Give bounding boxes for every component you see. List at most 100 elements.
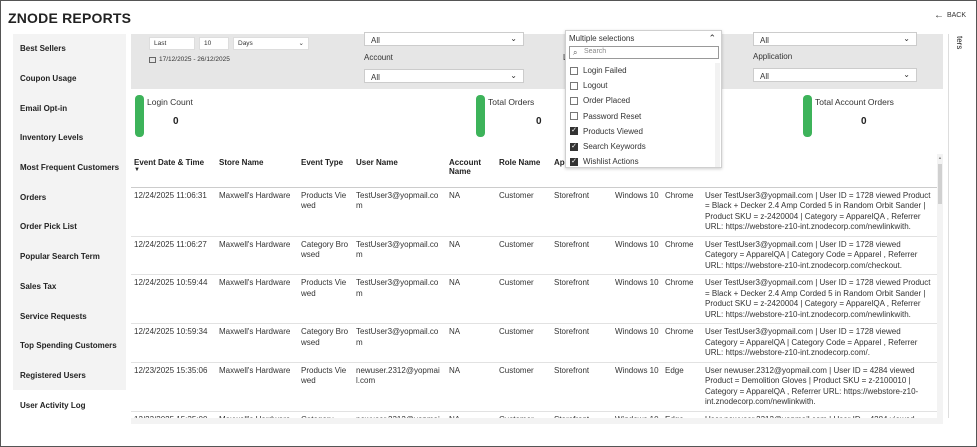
- dropdown-header[interactable]: Multiple selections: [569, 34, 634, 43]
- dropdown-option-label: Wishlist Actions: [583, 157, 639, 167]
- chevron-down-icon: ⌄: [510, 71, 517, 80]
- table-cell: User TestUser3@yopmail.com | User ID = 1…: [702, 187, 937, 237]
- sidebar-item[interactable]: Email Opt-in: [13, 93, 126, 123]
- search-placeholder: Search: [584, 48, 607, 55]
- date-range: 17/12/2025 - 26/12/2025: [149, 56, 230, 63]
- sidebar-item[interactable]: Service Requests: [13, 301, 126, 331]
- sidebar-item[interactable]: Inventory Levels: [13, 123, 126, 153]
- relative-unit-select[interactable]: Days ⌄: [233, 37, 309, 50]
- checkbox-checked-icon[interactable]: ✓: [570, 127, 578, 136]
- kpi-label: Login Count: [147, 97, 193, 107]
- sidebar-item[interactable]: Sales Tax: [13, 272, 126, 302]
- sidebar-item[interactable]: Coupon Usage: [13, 64, 126, 94]
- table-row[interactable]: 12/24/2025 11:06:27 Maxwell's Hardware Cat…: [131, 236, 937, 275]
- application-select[interactable]: All ⌄: [753, 68, 917, 82]
- table-cell: Products Viewed: [298, 187, 353, 237]
- kpi-label: Total Orders: [488, 97, 535, 107]
- chevron-down-icon: ⌄: [903, 70, 910, 79]
- dropdown-option-label: Login Failed: [583, 66, 627, 76]
- app-title: ZNODE REPORTS: [8, 10, 132, 26]
- table-row[interactable]: 12/23/2025 15:35:06 Maxwell's Hardware Pro…: [131, 362, 937, 412]
- table-cell: Chrome: [662, 274, 702, 324]
- column-header[interactable]: ils: [702, 154, 937, 188]
- table-cell: Maxwell's Hardware: [216, 274, 298, 324]
- table-vertical-scrollbar[interactable]: ▲: [937, 154, 943, 418]
- kpi-row: Login Count 0 Total Orders 0 Total Accou…: [131, 89, 943, 154]
- right-top-select[interactable]: All ⌄: [753, 32, 917, 46]
- kpi-accent-bar: [135, 95, 144, 137]
- sort-descending-icon[interactable]: ▼: [134, 167, 213, 173]
- table-row[interactable]: 12/24/2025 10:59:34 Maxwell's Hardware Cat…: [131, 323, 937, 363]
- table-row[interactable]: 12/24/2025 10:59:44 Maxwell's Hardware Pro…: [131, 274, 937, 324]
- column-header[interactable]: Store Name: [216, 154, 298, 188]
- table-cell: newuser.2312@yopmail.com: [353, 362, 446, 412]
- table-horizontal-scrollbar[interactable]: [131, 418, 943, 424]
- back-arrow-icon: ←: [933, 10, 944, 21]
- table-cell: Storefront: [551, 187, 612, 237]
- table-cell: Storefront: [551, 362, 612, 412]
- table-cell: 12/24/2025 11:06:31: [131, 187, 216, 237]
- table-cell: Customer: [496, 411, 551, 418]
- column-header[interactable]: Event Type: [298, 154, 353, 188]
- relative-last-select[interactable]: Last: [149, 37, 195, 50]
- checkbox-unchecked-icon[interactable]: [570, 96, 578, 105]
- table-cell: TestUser3@yopmail.com: [353, 323, 446, 363]
- table-cell: 12/24/2025 11:06:27: [131, 236, 216, 275]
- dropdown-option[interactable]: ✓ Products Viewed: [570, 124, 646, 139]
- table-cell: Category Browsed: [298, 236, 353, 275]
- dropdown-scrollbar[interactable]: [715, 63, 720, 167]
- application-value: All: [760, 72, 769, 81]
- scroll-thumb[interactable]: [938, 164, 942, 204]
- checkbox-checked-icon[interactable]: ✓: [570, 142, 578, 151]
- dropdown-option[interactable]: ✓ Wishlist Actions: [570, 154, 646, 169]
- checkbox-unchecked-icon[interactable]: [570, 66, 578, 75]
- table-cell: 12/24/2025 10:59:44: [131, 274, 216, 324]
- scroll-up-icon[interactable]: ▲: [938, 155, 942, 160]
- right-top-value: All: [760, 36, 769, 45]
- table-row[interactable]: 12/24/2025 11:06:31 Maxwell's Hardware Pro…: [131, 187, 937, 237]
- column-header[interactable]: Account Name: [446, 154, 496, 188]
- table-cell: Products Viewed: [298, 274, 353, 324]
- sidebar-item[interactable]: Most Frequent Customers: [13, 153, 126, 183]
- sidebar-item[interactable]: Top Spending Customers: [13, 331, 126, 361]
- column-header[interactable]: Role Name: [496, 154, 551, 188]
- dropdown-option[interactable]: Login Failed: [570, 63, 646, 78]
- account-select[interactable]: All ⌄: [364, 69, 524, 83]
- dropdown-option[interactable]: ✓ Search Keywords: [570, 139, 646, 154]
- dropdown-option[interactable]: Logout: [570, 78, 646, 93]
- table-cell: Customer: [496, 187, 551, 237]
- sidebar-item[interactable]: Best Sellers: [13, 34, 126, 64]
- dropdown-option[interactable]: Password Reset: [570, 109, 646, 124]
- table-cell: 12/23/2025 15:35:06: [131, 362, 216, 412]
- table-cell: Windows 10: [612, 274, 662, 324]
- checkbox-unchecked-icon[interactable]: [570, 81, 578, 90]
- checkbox-checked-icon[interactable]: ✓: [570, 157, 578, 166]
- activity-table-container: Event Date & Time ▼ Store Name Event Type Us…: [131, 154, 943, 418]
- filters-pane-collapsed[interactable]: ters: [948, 34, 976, 418]
- sidebar-item[interactable]: Order Pick List: [13, 212, 126, 242]
- back-button[interactable]: ← BACK: [934, 10, 966, 21]
- sidebar-item[interactable]: Registered Users: [13, 361, 126, 391]
- table-cell: Windows 10: [612, 187, 662, 237]
- dropdown-option-label: Products Viewed: [583, 126, 643, 136]
- table-row[interactable]: 12/23/2025 15:35:00Maxwell's HardwareCat…: [131, 411, 937, 418]
- table-cell: Customer: [496, 362, 551, 412]
- filter-panel: Last 10 Days ⌄ 17/12/2025 - 26/12/2025 A…: [131, 32, 943, 89]
- chevron-up-icon[interactable]: ⌃: [708, 33, 716, 44]
- column-header[interactable]: Event Date & Time ▼: [131, 154, 216, 188]
- sidebar-item[interactable]: User Activity Log: [13, 390, 126, 420]
- dropdown-search-input[interactable]: ⌕ Search: [569, 46, 719, 59]
- table-cell: Storefront: [551, 323, 612, 363]
- checkbox-unchecked-icon[interactable]: [570, 112, 578, 121]
- table-cell: Customer: [496, 236, 551, 275]
- sidebar-item[interactable]: Popular Search Term: [13, 242, 126, 272]
- table-cell: NA: [446, 236, 496, 275]
- top-filter-value: All: [371, 36, 380, 45]
- top-filter-select[interactable]: All ⌄: [364, 32, 524, 46]
- relative-unit-value: Days: [238, 40, 253, 47]
- dropdown-option[interactable]: Order Placed: [570, 93, 646, 108]
- column-header[interactable]: User Name: [353, 154, 446, 188]
- sidebar-item[interactable]: Orders: [13, 182, 126, 212]
- relative-count-input[interactable]: 10: [199, 37, 229, 50]
- table-cell: TestUser3@yopmail.com: [353, 274, 446, 324]
